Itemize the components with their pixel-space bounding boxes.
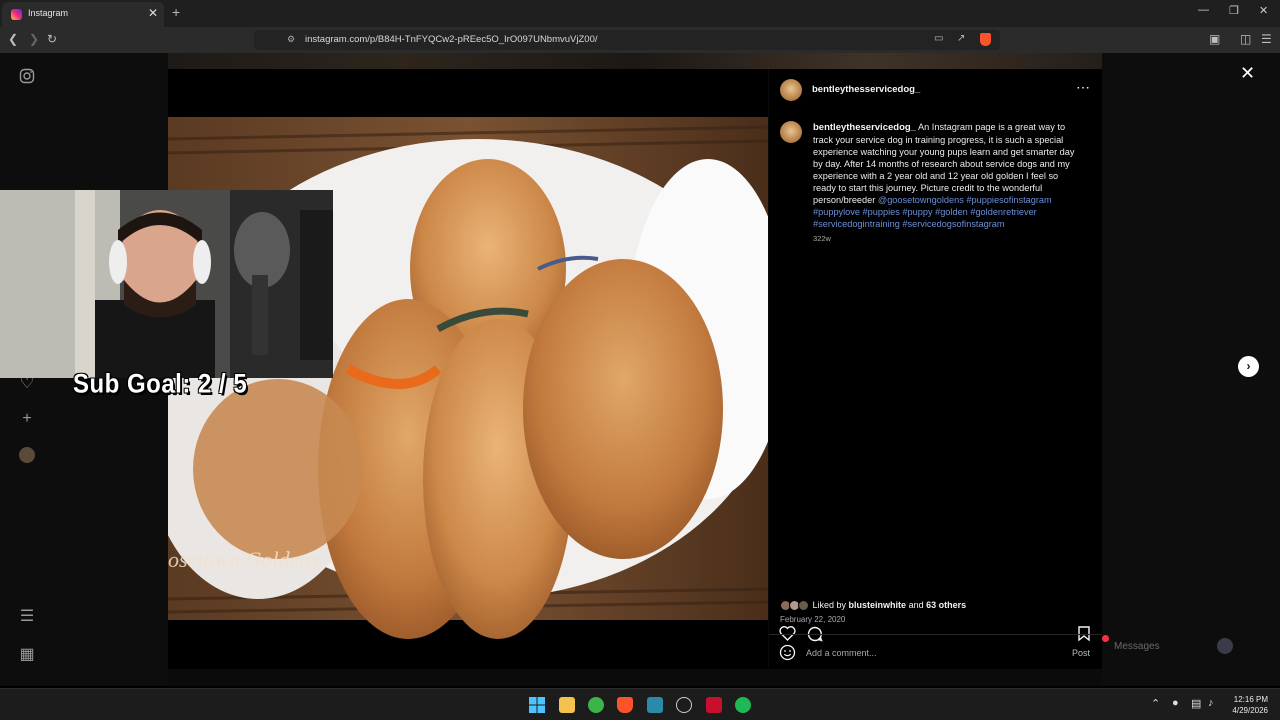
post-caption: bentleytheservicedog_ An Instagram page … [813,121,1083,230]
spotify-icon[interactable] [735,697,751,713]
more-options-icon[interactable]: ⋯ [1076,79,1090,96]
liked-by-prefix: Liked by [812,600,849,610]
caption-text: An Instagram page is a great way to trac… [813,122,1075,205]
menu-icon[interactable]: ☰ [1261,32,1272,46]
post-info-panel: bentleythesservicedog_ ⋯ bentleytheservi… [769,69,1102,669]
clock-time: 12:16 PM [1233,695,1268,704]
instagram-logo-icon[interactable] [18,68,36,86]
background-feed-strip [168,53,1102,69]
image-watermark: osetown Goldens [168,547,319,572]
taskbar-clock[interactable]: 12:16 PM 4/29/2026 [1222,694,1268,716]
app-blue-icon[interactable] [647,697,663,713]
liked-by-mid: and [906,600,927,610]
windows-start-icon[interactable] [529,697,545,713]
messages-label: Messages [1114,641,1160,652]
url-text: instagram.com/p/B84H-TnFYQCw2-pREec5O_Ir… [305,34,598,45]
wallet-icon[interactable]: ▣ [1209,32,1220,46]
browser-titlebar: Instagram ✕ + — ❐ ✕ [0,0,1280,27]
caption-username[interactable]: bentleytheservicedog_ [813,122,916,133]
new-tab-button[interactable]: + [172,4,180,20]
post-age: 322w [813,234,831,243]
liked-by-others[interactable]: 63 others [926,600,966,610]
emoji-icon[interactable] [779,644,796,666]
create-plus-icon[interactable]: + [18,410,36,428]
author-avatar[interactable] [780,79,802,101]
tray-overflow-icon[interactable]: ⌃ [1151,697,1160,710]
comment-bar: Add a comment... Post [769,634,1102,669]
author-username[interactable]: bentleythesservicedog_ [812,84,920,95]
browser-tab[interactable]: Instagram ✕ [2,2,164,27]
webcam-overlay [0,190,333,378]
brave-browser-icon[interactable] [617,697,633,713]
caption-avatar[interactable] [780,121,802,143]
profile-avatar-icon[interactable] [18,447,36,465]
back-icon[interactable]: ❮ [8,32,18,46]
next-post-chevron-icon[interactable]: › [1238,356,1259,377]
post-date: February 22, 2020 [780,615,846,624]
file-explorer-icon[interactable] [559,697,575,713]
messages-widget[interactable]: Messages [1102,635,1252,659]
microphone-icon[interactable]: ● [1172,697,1179,709]
app-circle-icon[interactable] [676,697,692,713]
messages-avatar-icon [1217,638,1233,654]
app-green-icon[interactable] [588,697,604,713]
maximize-button[interactable]: ❐ [1229,4,1239,17]
forward-icon[interactable]: ❯ [29,32,39,46]
likes-line: Liked by blusteinwhite and 63 others [780,600,966,612]
cast-icon[interactable]: ▭ [934,33,943,44]
close-modal-icon[interactable]: ✕ [1240,63,1255,84]
minimize-button[interactable]: — [1198,4,1209,16]
sub-goal-overlay-text: Sub Goal: 2 / 5 [73,369,248,400]
browser-toolbar: ❮ ❯ ↻ ⚙ instagram.com/p/B84H-TnFYQCw2-pR… [0,27,1280,53]
comment-input[interactable]: Add a comment... [806,648,877,658]
windows-taskbar: ⌃ ● ▤ ♪ 12:16 PM 4/29/2026 [0,688,1280,720]
site-info-icon[interactable]: ⚙ [287,34,295,45]
more-menu-icon[interactable]: ☰ [18,606,36,625]
instagram-favicon-icon [11,9,22,20]
brave-shield-icon[interactable] [980,33,991,46]
network-icon[interactable]: ▤ [1191,697,1201,710]
sidebar-toggle-icon[interactable]: ◫ [1240,32,1251,46]
volume-icon[interactable]: ♪ [1208,697,1214,709]
tab-close-icon[interactable]: ✕ [148,6,158,20]
also-from-meta-icon[interactable]: ▦ [18,644,36,663]
address-bar[interactable]: ⚙ instagram.com/p/B84H-TnFYQCw2-pREec5O_… [254,30,1000,50]
messages-badge [1102,635,1109,642]
reload-icon[interactable]: ↻ [47,32,57,46]
liked-by-user[interactable]: blusteinwhite [849,600,907,610]
tab-title: Instagram [28,8,69,18]
liker-avatars [780,600,810,612]
app-red-icon[interactable] [706,697,722,713]
window-close-button[interactable]: ✕ [1259,4,1268,17]
clock-date: 4/29/2026 [1232,706,1268,715]
post-comment-button[interactable]: Post [1072,648,1090,658]
share-icon[interactable]: ↗ [957,33,965,44]
